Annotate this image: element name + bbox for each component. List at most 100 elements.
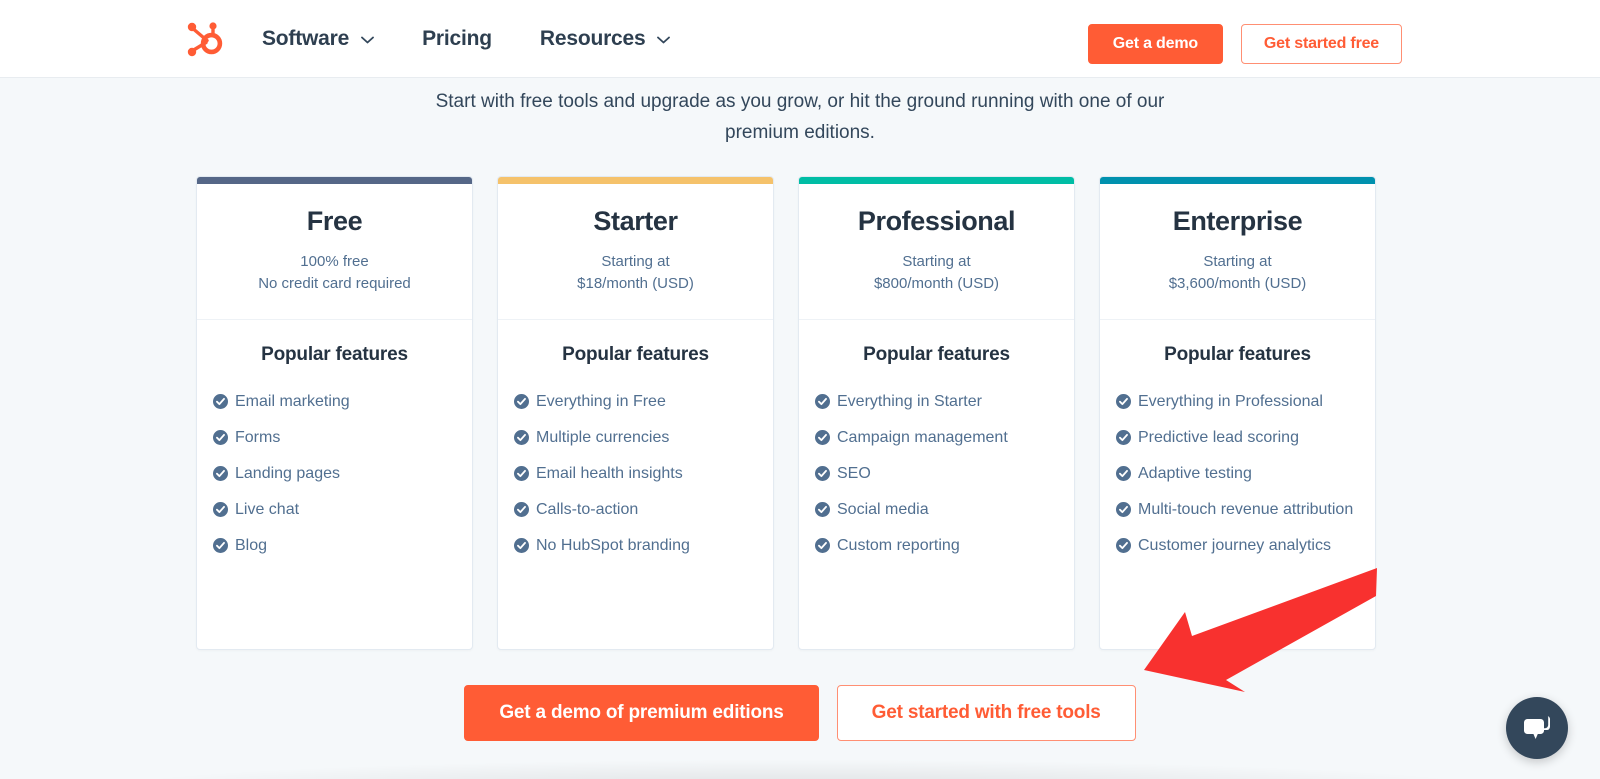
check-circle-icon: [815, 466, 830, 481]
list-item: Predictive lead scoring: [1116, 424, 1359, 451]
list-item: Multi-touch revenue attribution: [1116, 496, 1359, 523]
nav-item-pricing[interactable]: Pricing: [422, 27, 492, 51]
feature-label: Custom reporting: [837, 537, 960, 554]
page-bottom-shadow: [0, 739, 1600, 779]
check-circle-icon: [1116, 502, 1131, 517]
chevron-down-icon: [657, 36, 671, 44]
check-circle-icon: [815, 538, 830, 553]
nav-item-software[interactable]: Software: [262, 27, 374, 51]
card-price-top: 100% free: [300, 253, 369, 270]
card-price-bottom: $800/month (USD): [873, 275, 1000, 292]
chat-bubbles-icon: [1524, 714, 1550, 739]
get-a-demo-button[interactable]: Get a demo: [1087, 24, 1223, 64]
features-list: Everything in Starter Campaign managemen…: [815, 388, 1058, 559]
feature-label: Landing pages: [235, 465, 340, 482]
feature-label: Adaptive testing: [1138, 465, 1252, 482]
pricing-card-professional[interactable]: Professional Starting at $800/month (USD…: [798, 176, 1075, 650]
card-title: Professional: [857, 206, 1016, 236]
feature-label: Multiple currencies: [536, 429, 670, 446]
card-header: Starter Starting at $18/month (USD): [498, 184, 773, 320]
feature-label: Email health insights: [536, 465, 683, 482]
feature-label: Blog: [235, 537, 268, 554]
pricing-cards: Free 100% free No credit card required P…: [196, 176, 1376, 650]
check-circle-icon: [1116, 430, 1131, 445]
card-accent-bar: [498, 177, 773, 184]
list-item: Email marketing: [213, 388, 456, 415]
card-price-bottom: $18/month (USD): [577, 275, 694, 292]
feature-label: Everything in Free: [536, 393, 666, 410]
card-header: Enterprise Starting at $3,600/month (USD…: [1100, 184, 1375, 320]
card-price-top: Starting at: [902, 253, 971, 270]
primary-nav: Software Pricing Resources: [262, 0, 718, 78]
feature-label: Forms: [235, 429, 281, 446]
list-item: SEO: [815, 460, 1058, 487]
list-item: Calls-to-action: [514, 496, 757, 523]
features-list: Everything in Free Multiple currencies E…: [514, 388, 757, 559]
pricing-card-free[interactable]: Free 100% free No credit card required P…: [196, 176, 473, 650]
feature-label: Campaign management: [837, 429, 1008, 446]
chat-widget-button[interactable]: [1506, 697, 1568, 759]
check-circle-icon: [514, 430, 529, 445]
card-header: Professional Starting at $800/month (USD…: [799, 184, 1074, 320]
check-circle-icon: [1116, 466, 1131, 481]
hubspot-sprocket-logo[interactable]: [184, 20, 226, 60]
card-price-top: Starting at: [601, 253, 670, 270]
get-demo-premium-button[interactable]: Get a demo of premium editions: [464, 685, 819, 741]
nav-item-label: Resources: [539, 27, 646, 50]
list-item: Adaptive testing: [1116, 460, 1359, 487]
check-circle-icon: [514, 538, 529, 553]
check-circle-icon: [213, 430, 228, 445]
check-circle-icon: [213, 466, 228, 481]
check-circle-icon: [815, 502, 830, 517]
features-list: Everything in Professional Predictive le…: [1116, 388, 1359, 559]
list-item: Customer journey analytics: [1116, 532, 1359, 559]
feature-label: Live chat: [235, 501, 300, 518]
pricing-card-starter[interactable]: Starter Starting at $18/month (USD) Popu…: [497, 176, 774, 650]
card-title: Starter: [593, 206, 678, 236]
card-price-bottom: No credit card required: [258, 275, 411, 292]
check-circle-icon: [514, 502, 529, 517]
list-item: Forms: [213, 424, 456, 451]
card-title: Free: [306, 206, 363, 236]
check-circle-icon: [213, 538, 228, 553]
pricing-section: Start with free tools and upgrade as you…: [0, 78, 1600, 779]
list-item: Everything in Starter: [815, 388, 1058, 415]
get-started-free-tools-button[interactable]: Get started with free tools: [836, 685, 1136, 741]
features-heading: Popular features: [1164, 344, 1311, 365]
list-item: No HubSpot branding: [514, 532, 757, 559]
features-heading: Popular features: [261, 344, 408, 365]
list-item: Social media: [815, 496, 1058, 523]
check-circle-icon: [1116, 394, 1131, 409]
features-heading: Popular features: [863, 344, 1010, 365]
feature-label: Everything in Professional: [1138, 393, 1323, 410]
card-accent-bar: [1100, 177, 1375, 184]
section-subtitle: Start with free tools and upgrade as you…: [435, 91, 1165, 143]
feature-label: No HubSpot branding: [536, 537, 690, 554]
card-body: Popular features Everything in Professio…: [1100, 320, 1375, 588]
check-circle-icon: [514, 394, 529, 409]
card-accent-bar: [799, 177, 1074, 184]
page-root: Software Pricing Resources Get a demo Ge…: [0, 0, 1600, 779]
chevron-down-icon: [361, 36, 374, 44]
card-price-bottom: $3,600/month (USD): [1168, 275, 1307, 292]
features-heading: Popular features: [562, 344, 709, 365]
get-started-free-button[interactable]: Get started free: [1240, 24, 1402, 64]
card-body: Popular features Everything in Free Mult…: [498, 320, 773, 588]
pricing-card-enterprise[interactable]: Enterprise Starting at $3,600/month (USD…: [1099, 176, 1376, 650]
check-circle-icon: [213, 502, 228, 517]
list-item: Campaign management: [815, 424, 1058, 451]
card-header: Free 100% free No credit card required: [197, 184, 472, 320]
list-item: Landing pages: [213, 460, 456, 487]
site-header: Software Pricing Resources Get a demo Ge…: [0, 0, 1600, 78]
feature-label: Calls-to-action: [536, 501, 639, 518]
feature-label: SEO: [837, 465, 871, 482]
card-price-top: Starting at: [1203, 253, 1272, 270]
cta-row: Get a demo of premium editions Get start…: [0, 685, 1600, 741]
check-circle-icon: [815, 430, 830, 445]
card-body: Popular features Email marketing Forms L…: [197, 320, 472, 588]
header-actions: Get a demo Get started free: [1087, 24, 1402, 64]
check-circle-icon: [815, 394, 830, 409]
card-accent-bar: [197, 177, 472, 184]
list-item: Custom reporting: [815, 532, 1058, 559]
nav-item-resources[interactable]: Resources: [540, 27, 671, 51]
